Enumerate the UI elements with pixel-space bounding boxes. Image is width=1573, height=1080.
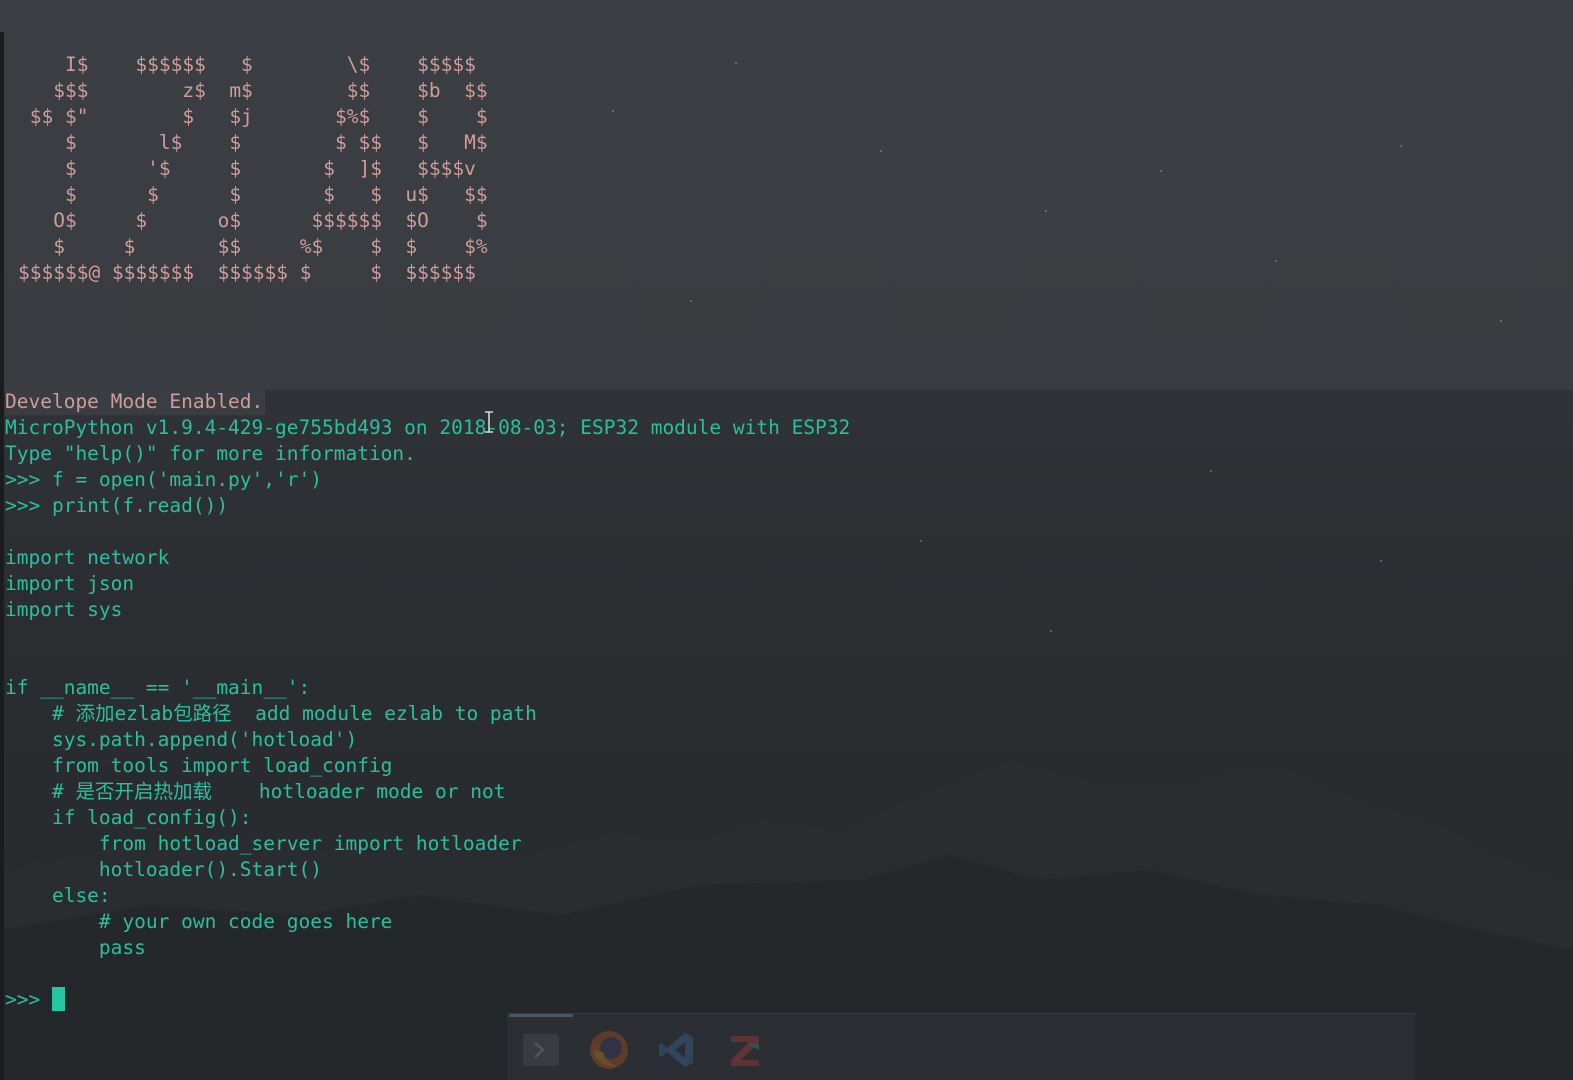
terminal-line: # 是否开启热加载 hotloader mode or not — [5, 779, 850, 805]
terminal-line: >>> print(f.read()) — [5, 493, 850, 519]
firefox-icon — [590, 1031, 628, 1069]
terminal-line-text: import network — [5, 546, 170, 569]
terminal-line: from tools import load_config — [5, 753, 850, 779]
terminal-line-text: import sys — [5, 598, 123, 621]
ascii-art-line: $ '$ $ $ ]$ $$$$v — [18, 157, 476, 180]
ascii-art-line: $$$ z$ m$ $$ $b $$ — [18, 79, 488, 102]
terminal-line: # 添加ezlab包路径 add module ezlab to path — [5, 701, 850, 727]
terminal-line-text: Type "help()" for more information. — [5, 442, 416, 465]
terminal-line: pass — [5, 935, 850, 961]
dock-bar — [507, 1013, 1415, 1080]
text-cursor-icon — [485, 411, 493, 433]
ascii-art-line: $$ $" $ $j $%$ $ $ — [18, 105, 488, 128]
window-edge — [0, 32, 4, 1080]
terminal-line: import network — [5, 545, 850, 571]
ascii-art-line: $ $ $$ %$ $ $ $% — [18, 235, 488, 258]
terminal-line-text: # 是否开启热加载 hotloader mode or not — [5, 780, 506, 803]
ascii-art-line: $ l$ $ $ $$ $ M$ — [18, 131, 488, 154]
terminal-line: MicroPython v1.9.4-429-ge755bd493 on 201… — [5, 415, 850, 441]
terminal-line: else: — [5, 883, 850, 909]
dock-active-indicator — [509, 1014, 573, 1017]
dock-vscode[interactable] — [647, 1022, 707, 1078]
dev-mode-banner: Develope Mode Enabled. — [5, 389, 850, 415]
terminal-line-text: sys.path.append('hotload') — [5, 728, 358, 751]
vscode-icon — [659, 1033, 693, 1067]
ascii-art-line: $$$$$$@ $$$$$$$ $$$$$$ $ $ $$$$$$ — [18, 261, 476, 284]
repl-prompt-line[interactable]: >>> — [5, 987, 850, 1013]
terminal-line: >>> f = open('main.py','r') — [5, 467, 850, 493]
terminal-line-text: # 添加ezlab包路径 add module ezlab to path — [5, 702, 537, 725]
terminal-line-text: pass — [5, 936, 146, 959]
terminal-line-text: >>> print(f.read()) — [5, 494, 229, 517]
terminal-line: hotloader().Start() — [5, 857, 850, 883]
terminal-output[interactable]: Develope Mode Enabled. MicroPython v1.9.4… — [5, 389, 850, 1013]
terminal-line-text: from tools import load_config — [5, 754, 393, 777]
terminal-line-text: from hotload_server import hotloader — [5, 832, 522, 855]
terminal-line-text: Develope Mode Enabled. — [5, 389, 266, 415]
terminal-line-text: else: — [5, 884, 111, 907]
terminal-line: sys.path.append('hotload') — [5, 727, 850, 753]
terminal-line: from hotload_server import hotloader — [5, 831, 850, 857]
desktop-screen: I$ $$$$$$ $ \$ $$$$$ $$$ z$ m$ $$ $b $$ … — [0, 0, 1573, 1080]
terminal-line: if load_config(): — [5, 805, 850, 831]
terminal-line-text: if __name__ == '__main__': — [5, 676, 311, 699]
zeal-icon — [731, 1036, 759, 1066]
terminal-line: import sys — [5, 597, 850, 623]
terminal-line-text: import json — [5, 572, 135, 595]
terminal-line: import json — [5, 571, 850, 597]
dock-terminal[interactable] — [511, 1022, 571, 1078]
terminal-line: Type "help()" for more information. — [5, 441, 850, 467]
terminal-line-text: hotloader().Start() — [5, 858, 322, 881]
terminal-line-text: if load_config(): — [5, 806, 252, 829]
repl-prompt: >>> — [5, 988, 52, 1011]
ascii-art-line: I$ $$$$$$ $ \$ $$$$$ — [18, 53, 476, 76]
ascii-art-logo: I$ $$$$$$ $ \$ $$$$$ $$$ z$ m$ $$ $b $$ … — [18, 52, 488, 286]
dock-firefox[interactable] — [579, 1022, 639, 1078]
dock-zeal[interactable] — [715, 1022, 775, 1078]
ascii-art-line: $ $ $ $ $ u$ $$ — [18, 183, 488, 206]
terminal-cursor — [51, 987, 65, 1011]
terminal-line-text: >>> f = open('main.py','r') — [5, 468, 322, 491]
terminal-line: if __name__ == '__main__': — [5, 675, 850, 701]
terminal-line: # your own code goes here — [5, 909, 850, 935]
terminal-line-text: MicroPython v1.9.4-429-ge755bd493 on 201… — [5, 416, 851, 439]
ascii-art-line: O$ $ o$ $$$$$$ $O $ — [18, 209, 488, 232]
terminal-icon — [523, 1034, 559, 1066]
terminal-line-text: # your own code goes here — [5, 910, 393, 933]
